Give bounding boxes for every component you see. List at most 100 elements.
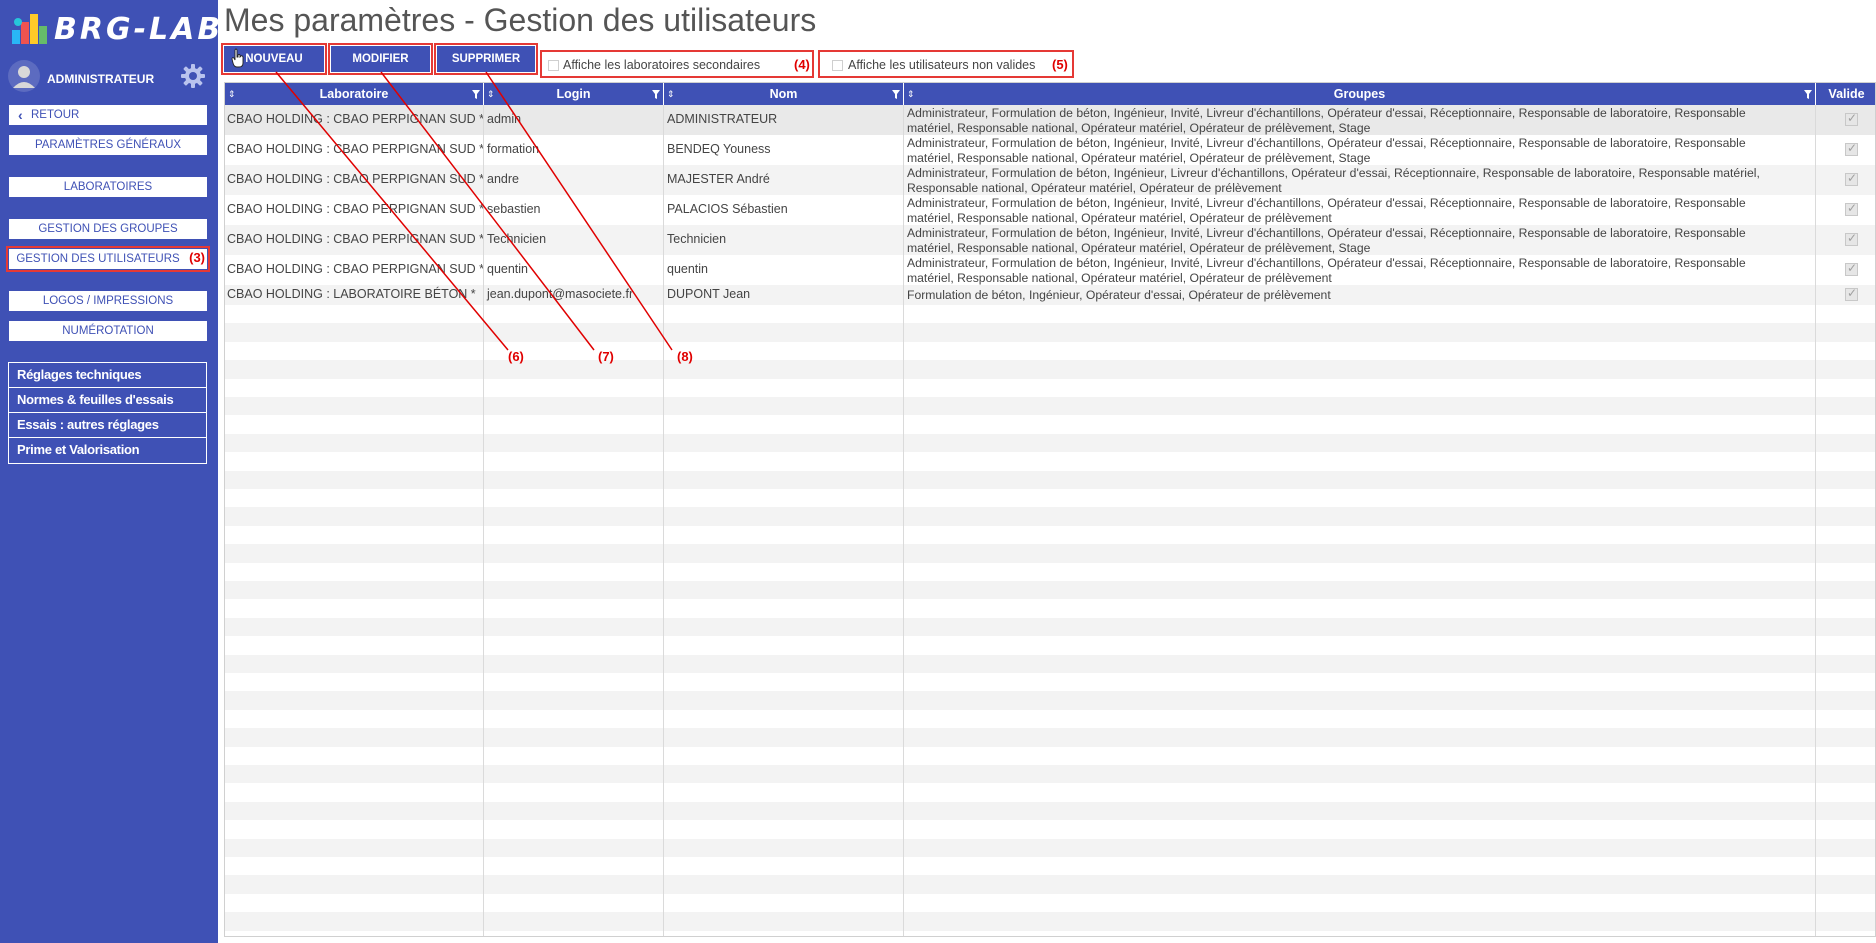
empty-cell	[225, 525, 484, 545]
sidebar-item-general-settings[interactable]: PARAMÈTRES GÉNÉRAUX	[9, 135, 207, 155]
filter-icon[interactable]	[652, 90, 660, 99]
empty-cell	[1816, 305, 1875, 323]
menu-item-technical-settings[interactable]: Réglages techniques	[9, 363, 206, 388]
sort-icon[interactable]: ⇕	[667, 83, 675, 105]
empty-cell	[484, 728, 664, 747]
groups-line: matériel, Responsable national, Opérateu…	[907, 240, 1371, 255]
sidebar-item-logos[interactable]: LOGOS / IMPRESSIONS	[9, 291, 207, 311]
table-row[interactable]: CBAO HOLDING : LABORATOIRE BÉTON * jean.d…	[225, 285, 1875, 305]
empty-cell	[664, 875, 904, 894]
empty-cell	[484, 746, 664, 765]
filter-icon[interactable]	[892, 90, 900, 99]
filter-icon[interactable]	[472, 90, 480, 99]
empty-cell	[225, 470, 484, 489]
empty-cell	[1816, 452, 1875, 470]
edit-button[interactable]: MODIFIER	[328, 43, 433, 75]
empty-cell	[904, 857, 1816, 876]
empty-cell	[904, 930, 1816, 936]
sidebar-item-label: LABORATOIRES	[63, 181, 153, 193]
sort-icon[interactable]: ⇕	[907, 83, 915, 105]
valid-checkbox	[1845, 111, 1858, 126]
back-button[interactable]: ‹ RETOUR	[9, 105, 207, 125]
secondary-labs-filter: Affiche les laboratoires secondaires (4)	[540, 50, 814, 78]
empty-cell	[484, 470, 664, 489]
column-header-groups[interactable]: ⇕ Groupes	[904, 83, 1816, 105]
annotation-marker-8: (8)	[677, 349, 693, 364]
menu-item-bonus-valuation[interactable]: Prime et Valorisation	[9, 438, 206, 463]
secondary-labs-checkbox[interactable]	[548, 60, 559, 71]
empty-cell	[484, 378, 664, 397]
edit-button-label: MODIFIER	[352, 53, 409, 65]
empty-cell	[904, 728, 1816, 747]
empty-cell	[225, 415, 484, 434]
sidebar-item-numbering[interactable]: NUMÉROTATION	[9, 321, 207, 341]
empty-cell	[484, 709, 664, 729]
gear-icon[interactable]	[180, 63, 206, 89]
sort-icon[interactable]: ⇕	[487, 83, 495, 105]
empty-row	[225, 305, 1875, 324]
sidebar-item-users[interactable]: GESTION DES UTILISATEURS (3)	[6, 246, 210, 272]
empty-cell	[1816, 747, 1875, 765]
table-row[interactable]: CBAO HOLDING : CBAO PERPIGNAN SUD * admin…	[225, 105, 1875, 135]
cell-login: sebastien	[484, 195, 664, 225]
empty-cell	[225, 397, 484, 416]
empty-row	[225, 341, 1875, 361]
menu-item-standards-sheets[interactable]: Normes & feuilles d'essais	[9, 388, 206, 413]
empty-cell	[484, 820, 664, 839]
empty-cell	[484, 617, 664, 637]
empty-cell	[484, 544, 664, 563]
empty-cell	[484, 912, 664, 931]
table-row[interactable]: CBAO HOLDING : CBAO PERPIGNAN SUD * andre…	[225, 165, 1875, 195]
column-header-name[interactable]: ⇕ Nom	[664, 83, 904, 105]
sidebar-item-label: LOGOS / IMPRESSIONS	[42, 295, 174, 307]
empty-cell	[664, 636, 904, 655]
empty-cell	[904, 709, 1816, 729]
user-name: ADMINISTRATEUR	[47, 72, 155, 86]
empty-cell	[1816, 599, 1875, 617]
back-label: RETOUR	[31, 109, 80, 121]
table-row[interactable]: CBAO HOLDING : CBAO PERPIGNAN SUD * sebas…	[225, 195, 1875, 225]
page-title: Mes paramètres - Gestion des utilisateur…	[224, 2, 817, 38]
table-row[interactable]: CBAO HOLDING : CBAO PERPIGNAN SUD * quent…	[225, 255, 1875, 285]
empty-cell	[664, 801, 904, 821]
cell-valid	[1816, 165, 1875, 195]
sort-icon[interactable]: ⇕	[228, 83, 236, 105]
empty-cell	[664, 323, 904, 342]
secondary-labs-label: Affiche les laboratoires secondaires	[563, 58, 761, 72]
empty-cell	[664, 728, 904, 747]
groups-line: Administrateur, Formulation de béton, In…	[907, 196, 1746, 210]
empty-cell	[664, 397, 904, 416]
sidebar-item-groups[interactable]: GESTION DES GROUPES	[9, 219, 207, 239]
annotation-marker-6: (6)	[508, 349, 524, 364]
empty-cell	[225, 581, 484, 600]
sidebar-item-laboratories[interactable]: LABORATOIRES	[9, 177, 207, 197]
empty-row	[225, 930, 1875, 936]
empty-cell	[484, 397, 664, 416]
delete-button[interactable]: SUPPRIMER	[434, 43, 538, 75]
empty-cell	[1816, 894, 1875, 912]
column-header-label: Valide	[1828, 87, 1865, 101]
sidebar-item-label: NUMÉROTATION	[62, 325, 154, 337]
empty-row	[225, 452, 1875, 471]
empty-row	[225, 912, 1875, 931]
filter-icon[interactable]	[1804, 90, 1812, 99]
empty-row	[225, 581, 1875, 600]
empty-cell	[664, 452, 904, 471]
empty-cell	[904, 599, 1816, 618]
empty-cell	[484, 654, 664, 673]
empty-cell	[225, 544, 484, 563]
column-header-login[interactable]: ⇕ Login	[484, 83, 664, 105]
empty-cell	[484, 562, 664, 581]
empty-row	[225, 746, 1875, 765]
menu-item-tests-settings[interactable]: Essais : autres réglages	[9, 413, 206, 438]
invalid-users-filter: Affiche les utilisateurs non valides (5)	[818, 50, 1074, 78]
valid-checkbox	[1845, 261, 1858, 276]
column-header-laboratory[interactable]: ⇕ Laboratoire	[225, 83, 484, 105]
technical-settings-menu: Réglages techniques Normes & feuilles d'…	[8, 362, 207, 464]
table-row[interactable]: CBAO HOLDING : CBAO PERPIGNAN SUD * forma…	[225, 135, 1875, 165]
table-row[interactable]: CBAO HOLDING : CBAO PERPIGNAN SUD * Techn…	[225, 225, 1875, 255]
column-header-valid[interactable]: Valide	[1816, 83, 1875, 105]
groups-line: matériel, Responsable national, Opérateu…	[907, 150, 1371, 165]
invalid-users-checkbox[interactable]	[832, 60, 843, 71]
empty-row	[225, 544, 1875, 563]
